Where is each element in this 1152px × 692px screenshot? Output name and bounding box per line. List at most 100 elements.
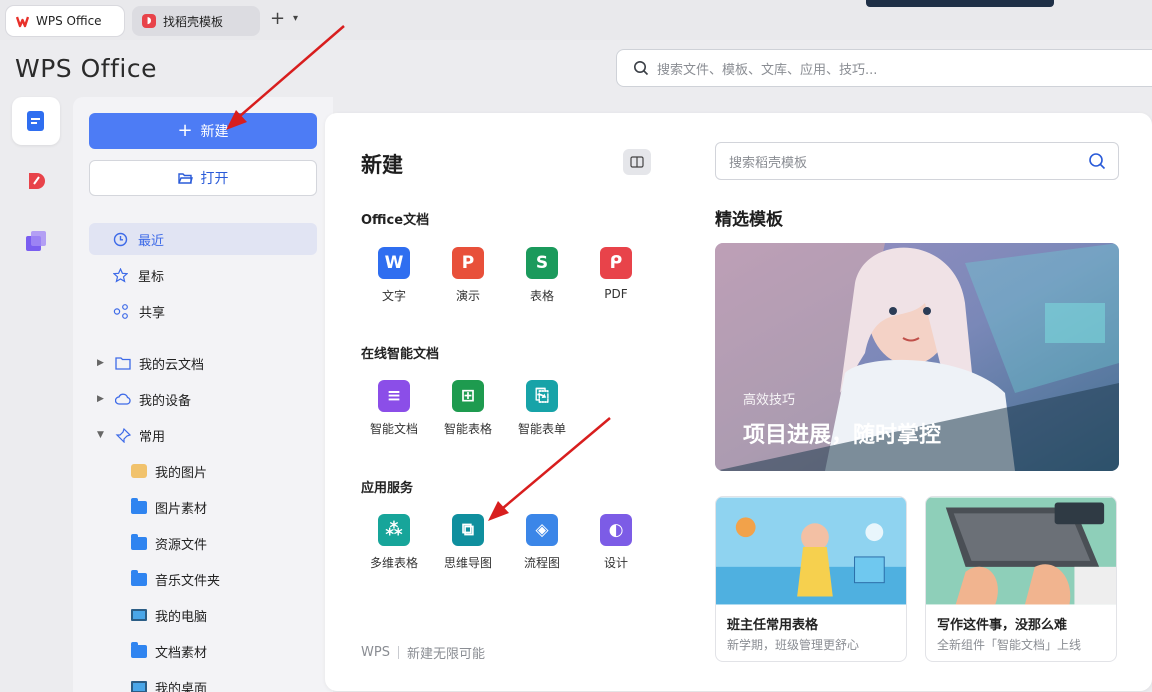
new-button[interactable]: + 新建 [89,113,317,149]
overlay-window-edge [866,0,1054,7]
folder-icon [131,497,147,514]
app-label: 智能文档 [369,422,418,436]
template-card-class-tables[interactable]: 班主任常用表格 新学期，班级管理更舒心 [715,496,907,662]
common-item-label: 文档素材 [155,645,208,661]
common-item-music-folder[interactable]: 音乐文件夹 [131,565,220,593]
expand-arrow-icon[interactable]: ▶ [97,358,107,368]
app-writer[interactable]: W 文字 [363,247,425,304]
spreadsheet-icon: S [526,247,558,279]
tab-docer-templates[interactable]: ◗ 找稻壳模板 [132,6,260,36]
collapse-arrow-icon[interactable]: ▼ [97,430,107,440]
app-brand: WPS Office [15,54,157,83]
chevron-down-icon[interactable]: ▾ [293,13,298,24]
common-item-image-assets[interactable]: 图片素材 [131,493,207,521]
multi-table-icon: ⁂ [378,514,410,546]
pin-icon [115,427,131,443]
share-icon [113,303,128,319]
featured-banner[interactable]: 高效技巧 项目进展，随时掌控 [715,243,1119,471]
common-item-doc-assets[interactable]: 文档素材 [131,637,207,665]
app-smart-sheet[interactable]: ⊞ 智能表格 [437,380,499,437]
open-button[interactable]: 打开 [89,160,317,196]
presentation-icon: P [452,247,484,279]
tab-label: 找稻壳模板 [163,14,224,29]
tab-wps-office[interactable]: WPS Office [6,6,124,36]
app-label: 设计 [603,556,628,570]
desktop-icon [131,681,147,692]
cloud-folder-icon [115,357,131,370]
common-item-label: 音乐文件夹 [155,573,221,589]
wps-logo-icon [16,15,29,28]
apps-icon [26,231,46,251]
nav-item-starred[interactable]: 星标 [89,259,317,291]
nav-item-shared[interactable]: 共享 [89,295,317,327]
template-card-title: 班主任常用表格 [727,618,819,633]
app-mind-map[interactable]: ⧉ 思维导图 [437,514,499,571]
tree-item-my-devices[interactable]: ▶ 我的设备 [97,385,191,413]
app-label: PDF [604,287,628,301]
folder-icon [131,569,147,586]
common-item-resource-files[interactable]: 资源文件 [131,529,207,557]
app-multi-table[interactable]: ⁂ 多维表格 [363,514,425,571]
common-item-my-pictures[interactable]: 我的图片 [131,457,207,485]
app-pdf[interactable]: ᑭ PDF [585,247,647,301]
template-search-input[interactable]: 搜索稻壳模板 [715,142,1119,180]
common-item-label: 资源文件 [155,537,208,553]
search-icon[interactable] [1088,152,1106,170]
app-label: 表格 [529,289,554,303]
common-item-label: 我的图片 [155,465,208,481]
add-tab-icon[interactable]: + [270,10,285,28]
nav-item-label: 共享 [139,305,166,321]
writer-icon: W [378,247,410,279]
template-card-title: 写作这件事，没那么难 [937,618,1068,633]
app-smart-form[interactable]: ⎘ 智能表单 [511,380,573,437]
template-card-subtitle: 新学期，班级管理更舒心 [727,638,860,652]
common-item-my-computer[interactable]: 我的电脑 [131,601,207,629]
tree-item-label: 我的设备 [139,393,192,409]
rail-docer[interactable] [12,157,60,205]
app-label: 演示 [455,289,480,303]
app-flowchart[interactable]: ◈ 流程图 [511,514,573,571]
rail-documents[interactable] [12,97,60,145]
template-thumbnail [926,497,1116,605]
tree-item-common[interactable]: ▼ 常用 [97,421,165,449]
app-label: 智能表单 [517,422,566,436]
app-label: 流程图 [523,556,560,570]
section-title-services: 应用服务 [361,481,414,496]
app-spreadsheet[interactable]: S 表格 [511,247,573,304]
smart-doc-icon: ≡ [378,380,410,412]
section-title-office: Office文档 [361,213,430,228]
common-item-label: 我的桌面 [155,681,208,692]
tree-item-label: 我的云文档 [139,357,205,373]
open-button-label: 打开 [200,171,229,187]
footer-slogan: WPS 新建无限可能 [361,643,485,662]
search-placeholder: 搜索文件、模板、文库、应用、技巧... [657,62,878,78]
app-label: 思维导图 [443,556,492,570]
app-presentation[interactable]: P 演示 [437,247,499,304]
folder-icon [131,533,147,550]
nav-item-label: 星标 [138,269,165,285]
banner-tag: 高效技巧 [743,393,796,408]
expand-arrow-icon[interactable]: ▶ [97,394,107,404]
tab-label: WPS Office [36,14,102,28]
global-search-input[interactable]: 搜索文件、模板、文库、应用、技巧... [616,49,1152,87]
page-title: 新建 [361,153,403,177]
app-label: 文字 [381,289,406,303]
tree-item-cloud-docs[interactable]: ▶ 我的云文档 [97,349,204,377]
app-smart-doc[interactable]: ≡ 智能文档 [363,380,425,437]
nav-item-recent[interactable]: 最近 [89,223,317,255]
app-design[interactable]: ◐ 设计 [585,514,647,571]
docer-icon [29,173,45,189]
toggle-panel-button[interactable] [623,149,651,175]
common-item-my-desktop[interactable]: 我的桌面 [131,673,207,692]
cloud-device-icon [115,393,131,405]
common-item-label: 我的电脑 [155,609,208,625]
picture-folder-icon [131,464,147,478]
tree-item-label: 常用 [139,429,166,445]
banner-headline: 项目进展，随时掌控 [743,423,942,448]
app-label: 多维表格 [369,556,418,570]
featured-templates-title: 精选模板 [715,210,783,230]
template-card-writing[interactable]: 写作这件事，没那么难 全新组件「智能文档」上线 [925,496,1117,662]
rail-apps[interactable] [12,217,60,265]
template-card-subtitle: 全新组件「智能文档」上线 [937,638,1082,652]
new-button-label: 新建 [200,124,229,140]
